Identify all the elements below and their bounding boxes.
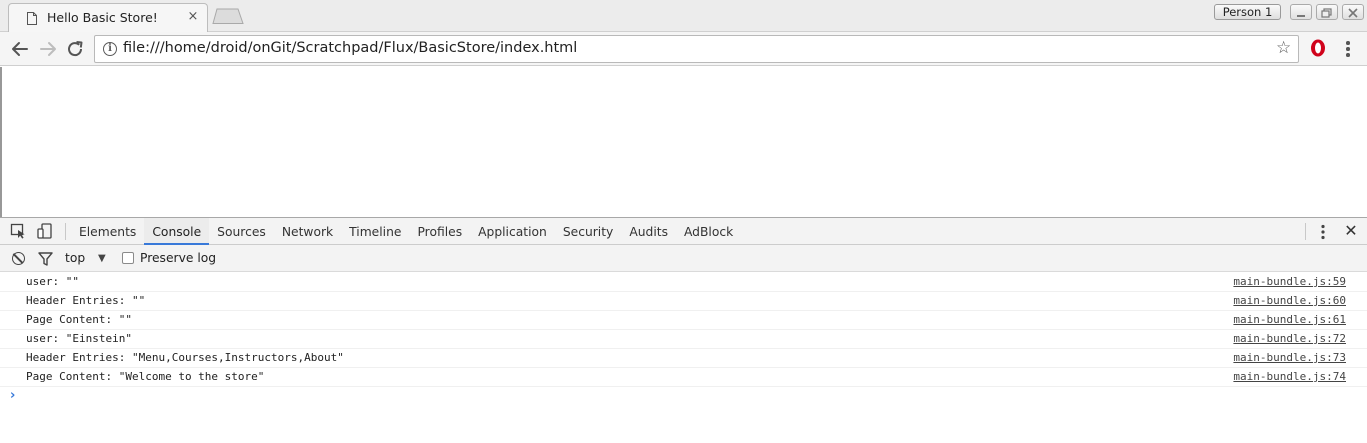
tab-close-icon[interactable]: × <box>185 9 201 25</box>
tab-elements[interactable]: Elements <box>71 218 144 245</box>
log-message: Page Content: "" <box>26 313 132 326</box>
window-close-button[interactable] <box>1342 4 1364 20</box>
browser-toolbar: i file:///home/droid/onGit/Scratchpad/Fl… <box>0 32 1367 66</box>
page-viewport <box>0 67 1367 217</box>
browser-tab[interactable]: Hello Basic Store! × <box>8 3 208 32</box>
tab-application[interactable]: Application <box>470 218 555 245</box>
devtools-tabbar: Elements Console Sources Network Timelin… <box>0 218 1367 245</box>
tab-sources[interactable]: Sources <box>209 218 274 245</box>
log-message: user: "" <box>26 275 79 288</box>
extension-icon[interactable] <box>1309 38 1327 58</box>
prompt-chevron-icon: › <box>10 388 16 403</box>
context-selector[interactable]: top <box>65 251 85 265</box>
tab-audits[interactable]: Audits <box>621 218 676 245</box>
log-message: Header Entries: "Menu,Courses,Instructor… <box>26 351 344 364</box>
log-source-link[interactable]: main-bundle.js:73 <box>1233 349 1346 367</box>
tab-title: Hello Basic Store! <box>47 10 158 25</box>
log-message: Page Content: "Welcome to the store" <box>26 370 265 383</box>
minimize-icon <box>1297 15 1305 17</box>
console-entry: Header Entries: "" main-bundle.js:60 <box>0 292 1367 311</box>
console-entry: Header Entries: "Menu,Courses,Instructor… <box>0 349 1367 368</box>
inspect-element-icon[interactable] <box>10 223 28 239</box>
console-entry: user: "" main-bundle.js:59 <box>0 273 1367 292</box>
url-text[interactable]: file:///home/droid/onGit/Scratchpad/Flux… <box>123 40 577 56</box>
new-tab-button[interactable] <box>212 8 244 24</box>
preserve-log-checkbox[interactable] <box>122 252 134 264</box>
log-source-link[interactable]: main-bundle.js:59 <box>1233 273 1346 291</box>
preserve-log-label[interactable]: Preserve log <box>140 251 216 265</box>
log-message: Header Entries: "" <box>26 294 146 307</box>
back-arrow-icon[interactable] <box>9 38 31 60</box>
info-icon[interactable]: i <box>103 42 117 56</box>
page-icon <box>27 12 37 25</box>
tab-adblock[interactable]: AdBlock <box>676 218 741 245</box>
clear-console-icon[interactable] <box>12 252 25 265</box>
log-source-link[interactable]: main-bundle.js:60 <box>1233 292 1346 310</box>
window-close-icon <box>1348 8 1358 18</box>
console-output: user: "" main-bundle.js:59 Header Entrie… <box>0 273 1367 443</box>
minimize-button[interactable] <box>1290 4 1312 20</box>
restore-icon <box>1321 8 1332 18</box>
tab-security[interactable]: Security <box>555 218 622 245</box>
reload-icon[interactable] <box>64 38 86 60</box>
console-prompt[interactable]: › <box>0 387 1367 407</box>
tab-strip: Hello Basic Store! × Person 1 <box>0 0 1367 32</box>
tab-network[interactable]: Network <box>274 218 341 245</box>
console-entry: Page Content: "" main-bundle.js:61 <box>0 311 1367 330</box>
device-toolbar-icon[interactable] <box>36 223 54 239</box>
console-entry: user: "Einstein" main-bundle.js:72 <box>0 330 1367 349</box>
tab-console[interactable]: Console <box>144 218 210 245</box>
toolbar-divider <box>65 223 66 240</box>
browser-menu-icon[interactable] <box>1340 38 1356 60</box>
address-bar[interactable]: i file:///home/droid/onGit/Scratchpad/Fl… <box>94 35 1299 63</box>
filter-icon[interactable] <box>38 252 53 266</box>
log-source-link[interactable]: main-bundle.js:61 <box>1233 311 1346 329</box>
devtools-menu-icon[interactable] <box>1316 223 1330 241</box>
maximize-button[interactable] <box>1316 4 1338 20</box>
log-source-link[interactable]: main-bundle.js:74 <box>1233 368 1346 386</box>
console-toolbar: top ▼ Preserve log <box>0 245 1367 272</box>
toolbar-divider <box>1305 223 1306 240</box>
console-input[interactable] <box>26 389 1326 405</box>
tab-profiles[interactable]: Profiles <box>409 218 470 245</box>
context-dropdown-icon[interactable]: ▼ <box>98 253 106 264</box>
devtools-panel: Elements Console Sources Network Timelin… <box>0 217 1367 442</box>
tab-timeline[interactable]: Timeline <box>341 218 409 245</box>
log-source-link[interactable]: main-bundle.js:72 <box>1233 330 1346 348</box>
console-entry: Page Content: "Welcome to the store" mai… <box>0 368 1367 387</box>
log-message: user: "Einstein" <box>26 332 132 345</box>
devtools-tabs: Elements Console Sources Network Timelin… <box>71 218 741 245</box>
viewport-edge <box>0 67 2 217</box>
forward-arrow-icon[interactable] <box>37 38 59 60</box>
devtools-close-icon[interactable]: ✕ <box>1343 222 1359 240</box>
profile-button[interactable]: Person 1 <box>1214 4 1281 20</box>
bookmark-star-icon[interactable]: ☆ <box>1276 39 1294 57</box>
